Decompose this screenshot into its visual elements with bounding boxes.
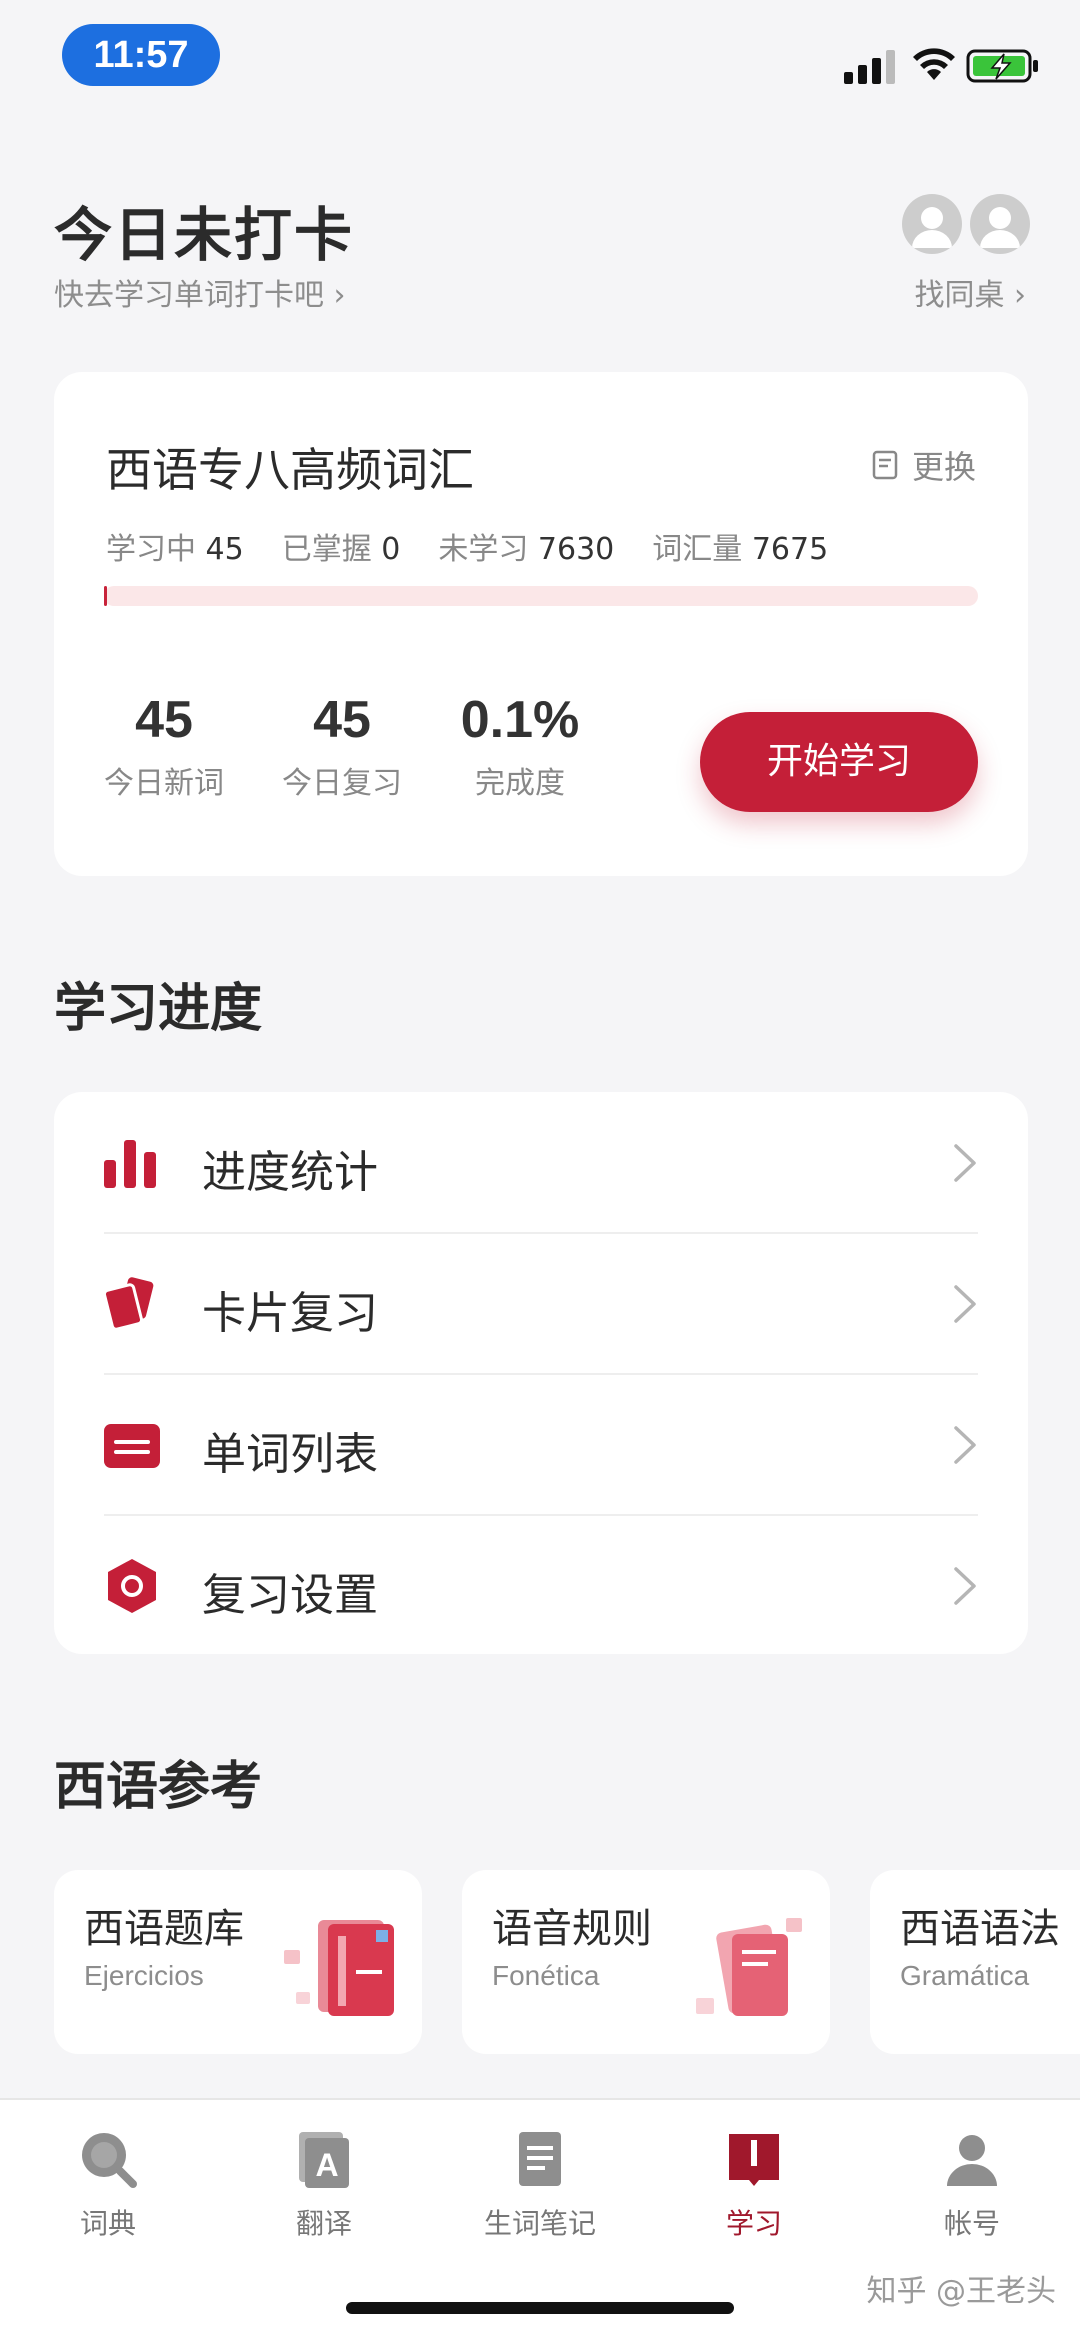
cards-icon bbox=[102, 1277, 154, 1331]
search-icon bbox=[82, 2133, 137, 2188]
metric-new-words: 45 今日新词 bbox=[104, 691, 224, 801]
status-time: 11:57 bbox=[62, 24, 220, 86]
document-icon bbox=[872, 450, 898, 480]
battery-charging-icon bbox=[966, 49, 1038, 83]
avatar bbox=[902, 194, 962, 254]
menu-item-word-list[interactable]: 单词列表 bbox=[54, 1374, 1028, 1515]
reference-card-phonetics[interactable]: 语音规则 Fonética bbox=[462, 1870, 830, 2054]
translate-icon: A bbox=[299, 2132, 349, 2188]
metric-completion: 0.1% 完成度 bbox=[460, 691, 580, 801]
chevron-right-icon bbox=[954, 1426, 976, 1464]
list-box-icon bbox=[104, 1424, 160, 1468]
book-icon bbox=[729, 2134, 779, 2186]
reference-section-title: 西语参考 bbox=[54, 1757, 263, 1817]
reference-carousel[interactable]: 西语题库 Ejercicios 语音规则 Fonética 西语语法 Gramá… bbox=[0, 1870, 1080, 2054]
status-bar: 11:57 bbox=[0, 0, 1080, 110]
user-icon bbox=[947, 2135, 997, 2186]
start-learning-button[interactable]: 开始学习 bbox=[700, 712, 978, 812]
switch-label: 更换 bbox=[911, 448, 976, 486]
stat-total: 词汇量 7675 bbox=[652, 532, 829, 567]
hexagon-settings-icon bbox=[108, 1559, 156, 1613]
bar-chart-icon bbox=[104, 1140, 156, 1188]
metric-review-words: 45 今日复习 bbox=[282, 691, 402, 801]
wordbook-title: 西语专八高频词汇 bbox=[106, 443, 474, 497]
find-deskmate-link[interactable]: 找同桌 › bbox=[914, 270, 1026, 314]
menu-item-card-review[interactable]: 卡片复习 bbox=[54, 1233, 1028, 1374]
tab-dictionary[interactable]: 词典 bbox=[38, 2128, 178, 2248]
reference-card-exercises[interactable]: 西语题库 Ejercicios bbox=[54, 1870, 422, 2054]
tab-vocab-notes[interactable]: 生词笔记 bbox=[470, 2128, 610, 2248]
switch-wordbook-button[interactable]: 更换 bbox=[872, 442, 976, 488]
wifi-icon bbox=[913, 48, 955, 80]
progress-menu: 进度统计 卡片复习 单词列表 复习设置 bbox=[54, 1092, 1028, 1654]
wordbook-card: 西语专八高频词汇 更换 学习中 45 已掌握 0 未学习 7630 词汇量 76… bbox=[54, 372, 1028, 876]
phonetics-book-icon bbox=[696, 1918, 802, 2016]
tab-study[interactable]: 学习 bbox=[684, 2128, 824, 2248]
menu-item-review-settings[interactable]: 复习设置 bbox=[54, 1515, 1028, 1656]
reference-card-grammar[interactable]: 西语语法 Gramática bbox=[870, 1870, 1080, 2054]
wordbook-stats: 学习中 45 已掌握 0 未学习 7630 词汇量 7675 bbox=[106, 524, 828, 568]
notes-icon bbox=[519, 2132, 561, 2186]
watermark: 知乎 @王老头 bbox=[866, 2274, 1056, 2309]
checkin-status-title: 今日未打卡 bbox=[54, 201, 355, 269]
progress-fill bbox=[104, 586, 108, 606]
question-bank-book-icon bbox=[284, 1920, 394, 2016]
stat-mastered: 已掌握 0 bbox=[281, 532, 401, 567]
wordbook-progress-bar bbox=[104, 586, 978, 606]
menu-item-progress-stats[interactable]: 进度统计 bbox=[54, 1092, 1028, 1233]
progress-section-title: 学习进度 bbox=[54, 979, 263, 1039]
chevron-right-icon bbox=[954, 1567, 976, 1605]
stat-learning: 学习中 45 bbox=[106, 532, 244, 567]
user-icon bbox=[912, 207, 952, 248]
chevron-right-icon bbox=[954, 1144, 976, 1182]
stat-unlearned: 未学习 7630 bbox=[438, 532, 615, 567]
tab-translate[interactable]: A 翻译 bbox=[254, 2128, 394, 2248]
cellular-signal-icon bbox=[844, 50, 895, 84]
deskmate-avatars[interactable] bbox=[902, 194, 1032, 254]
chevron-right-icon bbox=[954, 1285, 976, 1323]
avatar bbox=[970, 194, 1030, 254]
svg-text:A: A bbox=[315, 2147, 338, 2183]
checkin-prompt-link[interactable]: 快去学习单词打卡吧 › bbox=[54, 270, 346, 314]
home-indicator bbox=[346, 2302, 734, 2314]
tab-account[interactable]: 帐号 bbox=[902, 2128, 1042, 2248]
user-icon bbox=[980, 207, 1020, 248]
